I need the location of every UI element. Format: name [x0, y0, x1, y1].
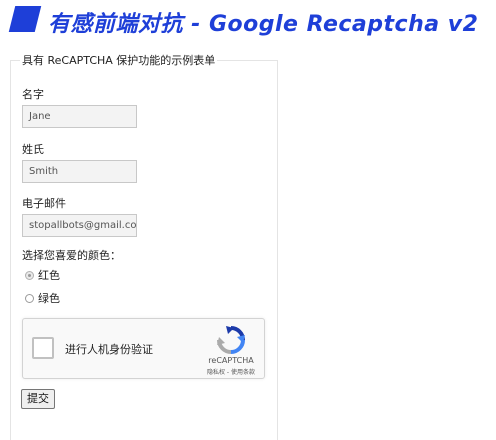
- form-legend: 具有 ReCAPTCHA 保护功能的示例表单: [20, 52, 218, 68]
- submit-button[interactable]: 提交: [21, 389, 55, 409]
- recaptcha-checkbox[interactable]: [32, 337, 54, 359]
- email-input[interactable]: stopallbots@gmail.cor: [22, 214, 137, 237]
- color-option-red[interactable]: 红色: [25, 267, 60, 283]
- page-banner: 有感前端对抗 - Google Recaptcha v2: [0, 0, 496, 44]
- radio-red[interactable]: [25, 270, 34, 280]
- last-name-input[interactable]: Smith: [22, 160, 137, 183]
- color-option-green[interactable]: 绿色: [25, 290, 60, 306]
- first-name-input[interactable]: Jane: [22, 105, 137, 128]
- color-option-green-label: 绿色: [38, 292, 60, 305]
- recaptcha-label: 进行人机身份验证: [65, 343, 153, 356]
- first-name-label: 名字: [22, 88, 44, 101]
- recaptcha-widget: 进行人机身份验证 reCAPTCHA 隐私权 - 使用条款: [22, 318, 265, 379]
- banner-logo-icon: [8, 6, 42, 32]
- recaptcha-logo-icon: [217, 326, 245, 354]
- last-name-label: 姓氏: [22, 143, 44, 156]
- recaptcha-terms-link[interactable]: 隐私权 - 使用条款: [201, 367, 261, 376]
- recaptcha-brand: reCAPTCHA: [208, 356, 254, 365]
- banner-title: 有感前端对抗 - Google Recaptcha v2: [48, 12, 479, 37]
- radio-green[interactable]: [25, 293, 34, 303]
- email-label: 电子邮件: [22, 197, 66, 210]
- color-question-label: 选择您喜爱的颜色：: [22, 249, 121, 262]
- color-option-red-label: 红色: [38, 269, 60, 282]
